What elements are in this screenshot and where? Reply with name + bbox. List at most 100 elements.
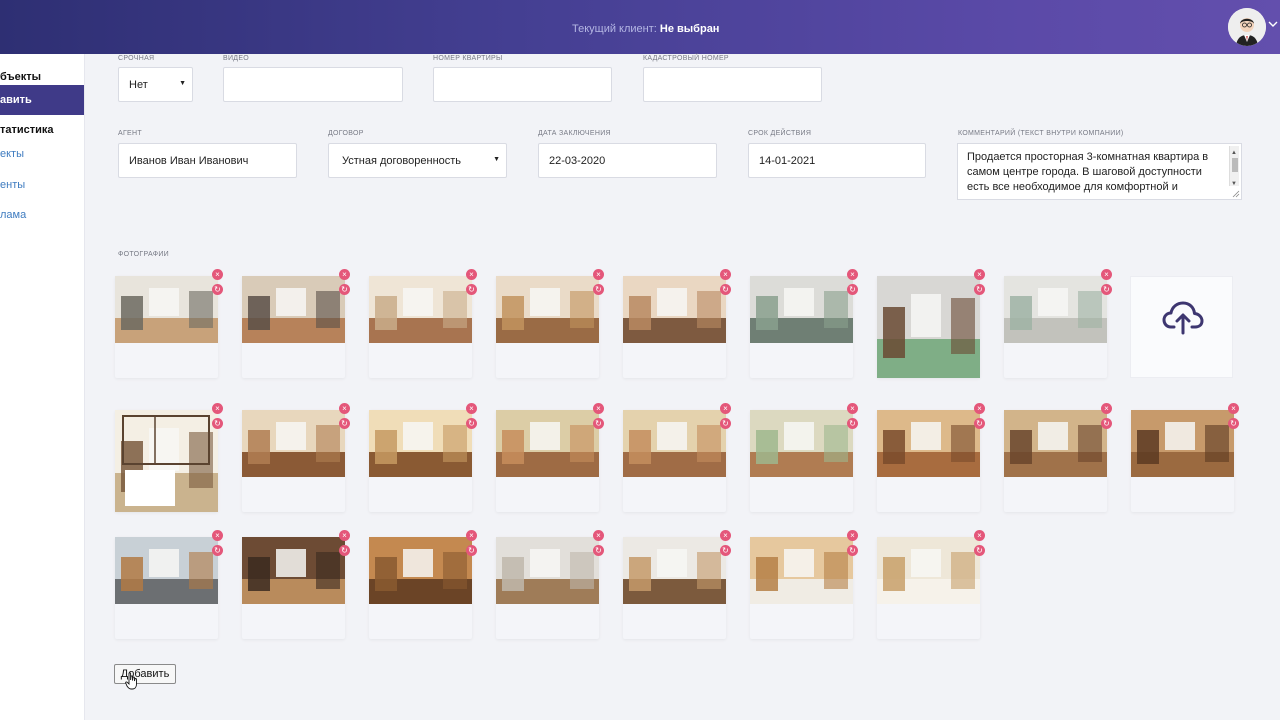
photo-thumbnail[interactable] <box>496 276 599 343</box>
photo-thumbnail[interactable] <box>1004 410 1107 477</box>
rotate-icon[interactable]: ↻ <box>720 284 731 295</box>
rotate-icon[interactable]: ↻ <box>974 418 985 429</box>
photo-thumbnail[interactable] <box>877 276 980 378</box>
photo-card[interactable]: × ↻ <box>1004 403 1112 512</box>
rotate-icon[interactable]: ↻ <box>847 284 858 295</box>
contract-select[interactable]: Устная договоренность ▼ <box>328 143 507 178</box>
photo-thumbnail[interactable] <box>115 276 218 343</box>
photo-thumbnail[interactable] <box>750 276 853 343</box>
photo-thumbnail[interactable] <box>115 410 218 512</box>
photo-thumbnail[interactable] <box>496 537 599 604</box>
close-icon[interactable]: × <box>212 269 223 280</box>
close-icon[interactable]: × <box>466 403 477 414</box>
photo-thumbnail[interactable] <box>877 410 980 477</box>
rotate-icon[interactable]: ↻ <box>720 418 731 429</box>
photo-thumbnail[interactable] <box>115 537 218 604</box>
photo-card[interactable]: × ↻ <box>750 403 858 512</box>
photo-thumbnail[interactable] <box>496 410 599 477</box>
rotate-icon[interactable]: ↻ <box>466 284 477 295</box>
photo-thumbnail[interactable] <box>369 537 472 604</box>
photo-card[interactable]: × ↻ <box>877 403 985 512</box>
rotate-icon[interactable]: ↻ <box>339 284 350 295</box>
photo-thumbnail[interactable] <box>623 276 726 343</box>
photo-thumbnail[interactable] <box>369 410 472 477</box>
rotate-icon[interactable]: ↻ <box>466 418 477 429</box>
apartment-number-input[interactable] <box>433 67 612 102</box>
photo-card[interactable]: × ↻ <box>115 403 223 512</box>
sidebar-item-objects[interactable]: бъекты <box>0 71 41 83</box>
close-icon[interactable]: × <box>720 403 731 414</box>
rotate-icon[interactable]: ↻ <box>212 284 223 295</box>
rotate-icon[interactable]: ↻ <box>339 418 350 429</box>
chevron-down-icon[interactable] <box>1268 20 1278 31</box>
photo-card[interactable]: × ↻ <box>115 269 223 378</box>
resize-handle-icon[interactable] <box>1232 190 1240 198</box>
photo-thumbnail[interactable] <box>1004 276 1107 343</box>
photo-thumbnail[interactable] <box>623 537 726 604</box>
upload-photo-button[interactable] <box>1130 276 1233 378</box>
photo-thumbnail[interactable] <box>623 410 726 477</box>
photo-card[interactable]: × ↻ <box>369 403 477 512</box>
rotate-icon[interactable]: ↻ <box>720 545 731 556</box>
close-icon[interactable]: × <box>1101 403 1112 414</box>
validity-input[interactable]: 14-01-2021 <box>748 143 926 178</box>
close-icon[interactable]: × <box>593 269 604 280</box>
rotate-icon[interactable]: ↻ <box>974 284 985 295</box>
photo-card[interactable]: × ↻ <box>750 269 858 378</box>
user-avatar[interactable] <box>1228 8 1266 46</box>
close-icon[interactable]: × <box>212 403 223 414</box>
close-icon[interactable]: × <box>212 530 223 541</box>
rotate-icon[interactable]: ↻ <box>593 418 604 429</box>
close-icon[interactable]: × <box>593 403 604 414</box>
photo-card[interactable]: × ↻ <box>877 530 985 639</box>
photo-card[interactable]: × ↻ <box>877 269 985 378</box>
photo-card[interactable]: × ↻ <box>1004 269 1112 378</box>
comment-scrollbar[interactable]: ▲ ▼ <box>1229 146 1239 187</box>
sidebar-item-stat-clients[interactable]: енты <box>0 179 25 191</box>
close-icon[interactable]: × <box>974 530 985 541</box>
scroll-thumb[interactable] <box>1232 158 1238 172</box>
photo-card[interactable]: × ↻ <box>242 530 350 639</box>
photo-card[interactable]: × ↻ <box>1131 403 1239 512</box>
photo-thumbnail[interactable] <box>242 276 345 343</box>
rotate-icon[interactable]: ↻ <box>974 545 985 556</box>
rotate-icon[interactable]: ↻ <box>212 418 223 429</box>
rotate-icon[interactable]: ↻ <box>1228 418 1239 429</box>
agent-input[interactable]: Иванов Иван Иванович <box>118 143 297 178</box>
close-icon[interactable]: × <box>339 269 350 280</box>
close-icon[interactable]: × <box>593 530 604 541</box>
close-icon[interactable]: × <box>974 403 985 414</box>
photo-thumbnail[interactable] <box>877 537 980 604</box>
close-icon[interactable]: × <box>847 403 858 414</box>
photo-card[interactable]: × ↻ <box>369 530 477 639</box>
conclusion-date-input[interactable]: 22-03-2020 <box>538 143 717 178</box>
add-button[interactable]: Добавить <box>114 664 176 684</box>
close-icon[interactable]: × <box>339 530 350 541</box>
photo-card[interactable]: × ↻ <box>242 269 350 378</box>
close-icon[interactable]: × <box>1228 403 1239 414</box>
rotate-icon[interactable]: ↻ <box>212 545 223 556</box>
photo-card[interactable]: × ↻ <box>496 530 604 639</box>
rotate-icon[interactable]: ↻ <box>593 545 604 556</box>
rotate-icon[interactable]: ↻ <box>593 284 604 295</box>
urgent-select[interactable]: Нет ▼ <box>118 67 193 102</box>
photo-card[interactable]: × ↻ <box>115 530 223 639</box>
close-icon[interactable]: × <box>466 530 477 541</box>
photo-thumbnail[interactable] <box>750 410 853 477</box>
close-icon[interactable]: × <box>720 530 731 541</box>
photo-card[interactable]: × ↻ <box>623 269 731 378</box>
close-icon[interactable]: × <box>847 530 858 541</box>
photo-thumbnail[interactable] <box>369 276 472 343</box>
photo-card[interactable]: × ↻ <box>369 269 477 378</box>
photo-card[interactable]: × ↻ <box>496 403 604 512</box>
close-icon[interactable]: × <box>339 403 350 414</box>
photo-thumbnail[interactable] <box>750 537 853 604</box>
sidebar-item-stat-objects[interactable]: екты <box>0 148 24 160</box>
photo-card[interactable]: × ↻ <box>496 269 604 378</box>
photo-card[interactable]: × ↻ <box>623 530 731 639</box>
rotate-icon[interactable]: ↻ <box>466 545 477 556</box>
rotate-icon[interactable]: ↻ <box>1101 418 1112 429</box>
rotate-icon[interactable]: ↻ <box>847 418 858 429</box>
comment-textarea[interactable]: Продается просторная 3-комнатная квартир… <box>957 143 1242 200</box>
close-icon[interactable]: × <box>466 269 477 280</box>
